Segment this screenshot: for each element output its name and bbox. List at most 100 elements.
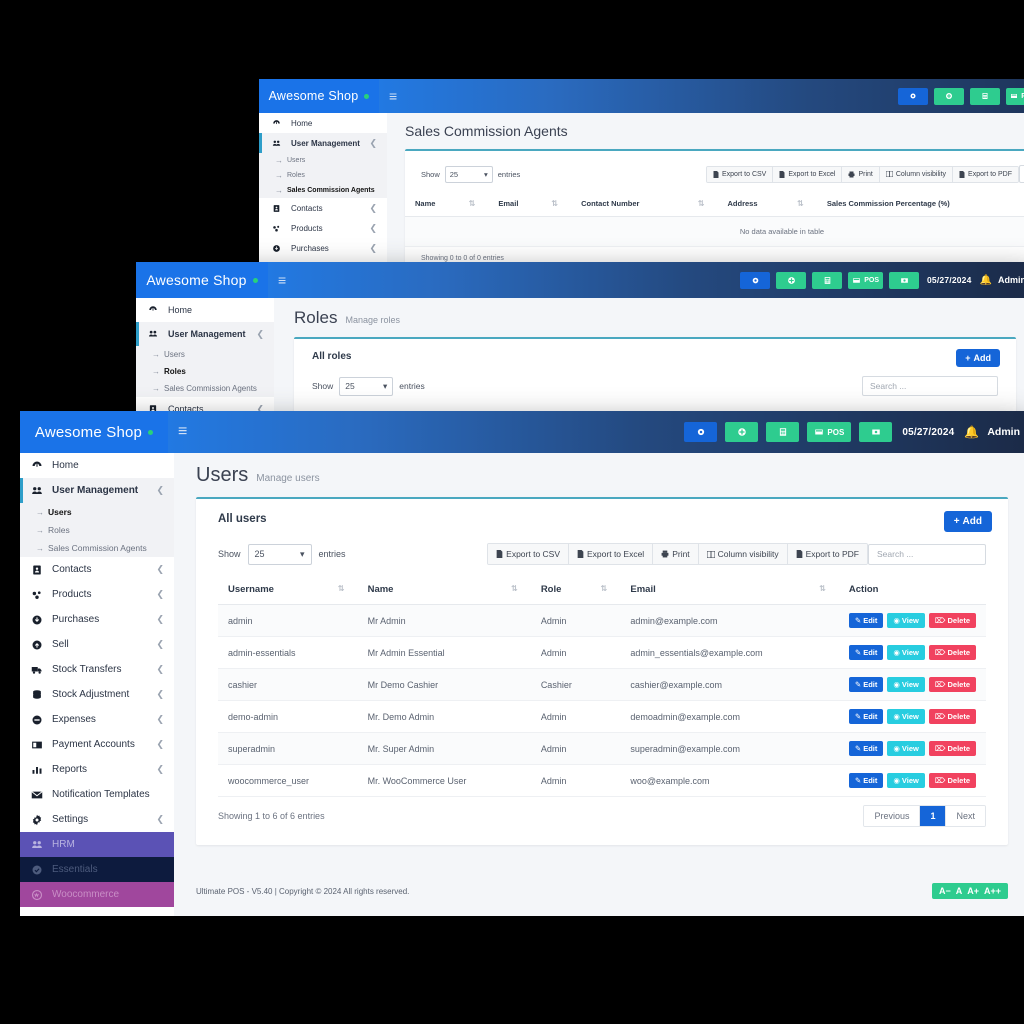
col-address[interactable]: Address ⇅ [717, 191, 817, 217]
delete-button[interactable]: ⌦ Delete [928, 741, 976, 756]
edit-button[interactable]: ✎ Edit [848, 741, 884, 756]
edit-button[interactable]: ✎ Edit [848, 677, 884, 692]
add-button[interactable] [776, 271, 807, 289]
sidebar-item-payment-accounts[interactable]: Payment Accounts ❮ [20, 732, 174, 757]
search-input[interactable]: Search ... [1019, 165, 1024, 183]
sidebar-subitem-users[interactable]: → Users [136, 346, 274, 363]
sidebar-subitem-sales-commission-agents[interactable]: → Sales Commission Agents [20, 539, 174, 557]
search-input[interactable]: Search ... [862, 376, 998, 396]
sidebar-item-woocommerce[interactable]: Woocommerce [20, 882, 174, 907]
sidebar-item-user-management[interactable]: User Management ❮ [20, 478, 174, 503]
user-menu[interactable]: Admin [987, 426, 1020, 438]
pos-button[interactable]: POS [848, 271, 883, 289]
bell-icon[interactable]: 🔔 [964, 425, 979, 439]
col-email[interactable]: Email ⇅ [620, 575, 839, 605]
view-button[interactable]: ◉ View [887, 773, 925, 788]
sidebar-subitem-users[interactable]: → Users [259, 153, 387, 168]
sidebar-item-contacts[interactable]: Contacts ❮ [20, 557, 174, 582]
refresh-button[interactable] [684, 422, 718, 442]
delete-button[interactable]: ⌦ Delete [928, 613, 976, 628]
brand-logo[interactable]: Awesome Shop [20, 411, 168, 453]
font-increase-large-button[interactable]: A++ [984, 886, 1001, 896]
bell-icon[interactable]: 🔔 [980, 275, 992, 286]
view-button[interactable]: ◉ View [887, 677, 925, 692]
calculator-button[interactable] [812, 271, 843, 289]
table-row[interactable]: demo-admin Mr. Demo Admin Admin demoadmin@e… [218, 700, 986, 733]
edit-button[interactable]: ✎ Edit [848, 709, 884, 724]
page-length-select[interactable]: 25 ▾ [339, 376, 394, 396]
menu-toggle-icon[interactable]: ≡ [178, 424, 187, 440]
sidebar-item-user-management[interactable]: User Management ❮ [259, 133, 387, 153]
view-button[interactable]: ◉ View [887, 645, 925, 660]
sidebar-item-sell[interactable]: Sell ❮ [20, 632, 174, 657]
calculator-button[interactable] [970, 87, 1001, 105]
sidebar-item-home[interactable]: Home [136, 298, 274, 322]
table-row[interactable]: superadmin Mr. Super Admin Admin superadmin… [218, 732, 986, 765]
sidebar-item-home[interactable]: Home [20, 453, 174, 478]
brand-logo[interactable]: Awesome Shop [259, 79, 379, 113]
sidebar-item-settings[interactable]: Settings ❮ [20, 807, 174, 832]
cash-register-button[interactable] [859, 422, 893, 442]
col-email[interactable]: Email ⇅ [488, 191, 572, 217]
sidebar-item-contacts[interactable]: Contacts ❮ [259, 198, 387, 218]
view-button[interactable]: ◉ View [887, 709, 925, 724]
refresh-button[interactable] [740, 271, 771, 289]
brand-logo[interactable]: Awesome Shop [136, 262, 268, 298]
edit-button[interactable]: ✎ Edit [848, 773, 884, 788]
sidebar-item-notification-templates[interactable]: Notification Templates [20, 782, 174, 807]
pos-button[interactable]: POS [807, 422, 852, 442]
view-button[interactable]: ◉ View [887, 613, 925, 628]
column-visibility-button[interactable]: Column visibility [698, 544, 788, 564]
view-button[interactable]: ◉ View [887, 741, 925, 756]
window-users[interactable]: Awesome Shop ≡ POS 05/27/2024 🔔 Admin Ho… [20, 411, 1024, 916]
add-button[interactable] [934, 87, 965, 105]
sidebar-subitem-roles[interactable]: → Roles [20, 521, 174, 539]
export-excel-button[interactable]: Export to Excel [773, 166, 843, 182]
calculator-button[interactable] [766, 422, 800, 442]
sidebar-item-user-management[interactable]: User Management ❮ [136, 322, 274, 346]
table-row[interactable]: admin-essentials Mr Admin Essential Admin a… [218, 636, 986, 669]
menu-toggle-icon[interactable]: ≡ [389, 89, 397, 103]
sidebar-item-reports[interactable]: Reports ❮ [20, 757, 174, 782]
col-role[interactable]: Role ⇅ [530, 575, 621, 605]
add-button[interactable] [725, 422, 759, 442]
pagination-previous[interactable]: Previous [864, 806, 921, 826]
pagination-next[interactable]: Next [946, 806, 985, 826]
sidebar-item-hrm[interactable]: HRM [20, 832, 174, 857]
delete-button[interactable]: ⌦ Delete [928, 645, 976, 660]
font-decrease-button[interactable]: A− [939, 886, 951, 896]
cash-register-button[interactable] [889, 271, 919, 289]
delete-button[interactable]: ⌦ Delete [928, 709, 976, 724]
pagination-page-1[interactable]: 1 [920, 806, 947, 826]
sidebar-item-products[interactable]: Products ❮ [259, 218, 387, 238]
page-length-select[interactable]: 25 ▾ [247, 543, 312, 565]
table-row[interactable]: woocommerce_user Mr. WooCommerce User Admi… [218, 764, 986, 797]
search-input[interactable]: Search ... [868, 543, 986, 565]
page-length-select[interactable]: 25 ▾ [444, 165, 493, 183]
export-pdf-button[interactable]: Export to PDF [787, 544, 867, 564]
sidebar-item-essentials[interactable]: Essentials [20, 857, 174, 882]
col-contact-number[interactable]: Contact Number ⇅ [571, 191, 718, 217]
pos-button[interactable]: POS [1006, 87, 1024, 105]
sidebar-item-stock-adjustment[interactable]: Stock Adjustment ❮ [20, 682, 174, 707]
sidebar-subitem-roles[interactable]: → Roles [136, 363, 274, 380]
export-excel-button[interactable]: Export to Excel [569, 544, 654, 564]
sidebar-item-stock-transfers[interactable]: Stock Transfers ❮ [20, 657, 174, 682]
print-button[interactable]: Print [653, 544, 699, 564]
sidebar-subitem-roles[interactable]: → Roles [259, 168, 387, 183]
font-normal-button[interactable]: A [956, 886, 963, 896]
export-csv-button[interactable]: Export to CSV [488, 544, 570, 564]
col-name[interactable]: Name ⇅ [405, 191, 489, 217]
export-pdf-button[interactable]: Export to PDF [953, 166, 1018, 182]
column-visibility-button[interactable]: Column visibility [879, 166, 954, 182]
edit-button[interactable]: ✎ Edit [848, 613, 884, 628]
delete-button[interactable]: ⌦ Delete [928, 773, 976, 788]
sidebar-item-home[interactable]: Home [259, 113, 387, 133]
menu-toggle-icon[interactable]: ≡ [278, 273, 286, 287]
table-row[interactable]: cashier Mr Demo Cashier Cashier cashier@exa… [218, 668, 986, 701]
col-username[interactable]: Username ⇅ [218, 575, 358, 605]
add-button[interactable]: + Add [943, 511, 992, 532]
font-increase-button[interactable]: A+ [967, 886, 979, 896]
delete-button[interactable]: ⌦ Delete [928, 677, 976, 692]
sidebar-item-expenses[interactable]: Expenses ❮ [20, 707, 174, 732]
